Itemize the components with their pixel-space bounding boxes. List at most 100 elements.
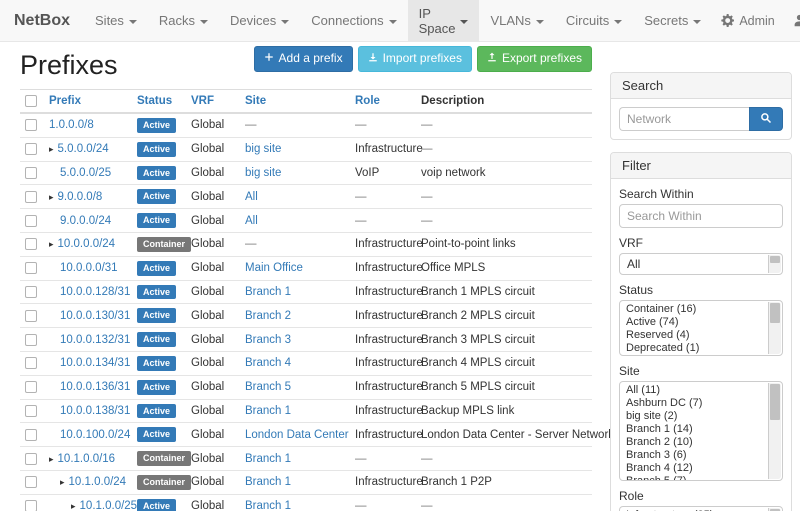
search-input[interactable] <box>619 107 749 131</box>
prefix-link[interactable]: 5.0.0.0/24 <box>58 143 109 155</box>
option-status[interactable]: Active (74) <box>623 316 764 329</box>
export-prefixes-button[interactable]: Export prefixes <box>477 46 592 72</box>
add-prefix-button[interactable]: Add a prefix <box>254 46 353 72</box>
nav-item-devices[interactable]: Devices <box>219 0 300 41</box>
select-all-checkbox[interactable] <box>25 95 37 107</box>
option-site[interactable]: Ashburn DC (7) <box>623 397 764 410</box>
nav-item-racks[interactable]: Racks <box>148 0 219 41</box>
site-link[interactable]: All <box>245 215 258 227</box>
row-checkbox[interactable] <box>25 262 37 274</box>
row-checkbox[interactable] <box>25 215 37 227</box>
gear-icon <box>721 14 734 27</box>
sort-header-role[interactable]: Role <box>355 95 380 107</box>
prefix-link[interactable]: 10.0.0.136/31 <box>60 381 130 393</box>
prefix-link[interactable]: 1.0.0.0/8 <box>49 119 94 131</box>
option-status[interactable]: Container (16) <box>623 303 764 316</box>
prefix-link[interactable]: 10.1.0.0/25 <box>80 500 138 511</box>
site-link[interactable]: Branch 5 <box>245 381 291 393</box>
status-badge: Active <box>137 356 176 371</box>
prefix-link[interactable]: 10.0.100.0/24 <box>60 429 130 441</box>
site-link[interactable]: All <box>245 191 258 203</box>
site-link[interactable]: big site <box>245 167 281 179</box>
description-value: Branch 5 MPLS circuit <box>421 381 535 393</box>
row-checkbox[interactable] <box>25 191 37 203</box>
role-value: Infrastructure <box>355 381 423 393</box>
row-checkbox[interactable] <box>25 143 37 155</box>
option-site[interactable]: big site (2) <box>623 410 764 423</box>
table-row: 10.0.0.128/31ActiveGlobalBranch 1Infrast… <box>20 280 592 304</box>
site-link[interactable]: Main Office <box>245 262 303 274</box>
option-site[interactable]: Branch 5 (7) <box>623 475 764 481</box>
option-status[interactable]: Reserved (4) <box>623 329 764 342</box>
table-row: 9.0.0.0/24ActiveGlobalAll—— <box>20 209 592 233</box>
option-status[interactable]: Deprecated (1) <box>623 342 764 355</box>
site-link[interactable]: Branch 1 <box>245 405 291 417</box>
row-checkbox[interactable] <box>25 310 37 322</box>
prefix-link[interactable]: 10.0.0.138/31 <box>60 405 130 417</box>
row-checkbox[interactable] <box>25 453 37 465</box>
brand-link[interactable]: NetBox <box>0 0 84 41</box>
row-checkbox[interactable] <box>25 167 37 179</box>
role-value: Infrastructure <box>355 405 423 417</box>
option-site[interactable]: Branch 3 (6) <box>623 449 764 462</box>
vrf-value: Global <box>191 238 224 250</box>
vrf-select[interactable]: All <box>619 253 783 275</box>
prefix-link[interactable]: 10.0.0.0/24 <box>58 238 116 250</box>
option-site[interactable]: All (11) <box>623 384 764 397</box>
site-link[interactable]: Branch 1 <box>245 286 291 298</box>
site-link[interactable]: Branch 4 <box>245 357 291 369</box>
site-link[interactable]: Branch 1 <box>245 500 291 511</box>
sort-header-site[interactable]: Site <box>245 95 266 107</box>
prefix-link[interactable]: 10.1.0.0/16 <box>58 453 116 465</box>
listbox-scrollbar[interactable] <box>768 383 781 479</box>
profile-link[interactable]: Profile <box>784 0 800 41</box>
role-listbox[interactable]: Infrastructure (25)Management (8)Private… <box>619 506 783 511</box>
site-link[interactable]: Branch 3 <box>245 334 291 346</box>
import-prefixes-button[interactable]: Import prefixes <box>358 46 472 72</box>
row-checkbox[interactable] <box>25 500 37 511</box>
status-listbox[interactable]: Container (16)Active (74)Reserved (4)Dep… <box>619 300 783 356</box>
row-checkbox[interactable] <box>25 381 37 393</box>
prefix-link[interactable]: 9.0.0.0/8 <box>58 191 103 203</box>
nav-item-ip-space[interactable]: IP Space <box>408 0 480 41</box>
nav-item-sites[interactable]: Sites <box>84 0 148 41</box>
row-checkbox[interactable] <box>25 357 37 369</box>
search-within-input[interactable] <box>619 204 783 228</box>
row-checkbox[interactable] <box>25 429 37 441</box>
site-link[interactable]: Branch 1 <box>245 453 291 465</box>
row-checkbox[interactable] <box>25 476 37 488</box>
row-checkbox[interactable] <box>25 119 37 131</box>
site-link[interactable]: Branch 1 <box>245 476 291 488</box>
sort-header-vrf[interactable]: VRF <box>191 95 214 107</box>
option-site[interactable]: Branch 2 (10) <box>623 436 764 449</box>
prefix-link[interactable]: 10.1.0.0/24 <box>69 476 127 488</box>
row-checkbox[interactable] <box>25 286 37 298</box>
prefix-link[interactable]: 10.0.0.128/31 <box>60 286 130 298</box>
role-value: Infrastructure <box>355 143 423 155</box>
prefix-link[interactable]: 9.0.0.0/24 <box>60 215 111 227</box>
site-link[interactable]: big site <box>245 143 281 155</box>
nav-item-connections[interactable]: Connections <box>300 0 407 41</box>
option-site[interactable]: Branch 4 (12) <box>623 462 764 475</box>
nav-item-circuits[interactable]: Circuits <box>555 0 633 41</box>
nav-item-secrets[interactable]: Secrets <box>633 0 712 41</box>
site-link[interactable]: Branch 2 <box>245 310 291 322</box>
prefix-link[interactable]: 10.0.0.130/31 <box>60 310 130 322</box>
site-link[interactable]: London Data Center <box>245 429 349 441</box>
row-checkbox[interactable] <box>25 238 37 250</box>
search-button[interactable] <box>749 107 783 131</box>
row-checkbox[interactable] <box>25 334 37 346</box>
option-site[interactable]: Branch 1 (14) <box>623 423 764 436</box>
sort-header-prefix[interactable]: Prefix <box>49 95 81 107</box>
prefix-link[interactable]: 10.0.0.0/31 <box>60 262 118 274</box>
prefix-link[interactable]: 5.0.0.0/25 <box>60 167 111 179</box>
nav-item-vlans[interactable]: VLANs <box>479 0 554 41</box>
search-panel: Search <box>610 72 792 140</box>
sort-header-status[interactable]: Status <box>137 95 172 107</box>
admin-link[interactable]: Admin <box>712 0 783 41</box>
site-listbox[interactable]: All (11)Ashburn DC (7)big site (2)Branch… <box>619 381 783 481</box>
row-checkbox[interactable] <box>25 405 37 417</box>
listbox-scrollbar[interactable] <box>768 302 781 354</box>
prefix-link[interactable]: 10.0.0.132/31 <box>60 334 130 346</box>
prefix-link[interactable]: 10.0.0.134/31 <box>60 357 130 369</box>
